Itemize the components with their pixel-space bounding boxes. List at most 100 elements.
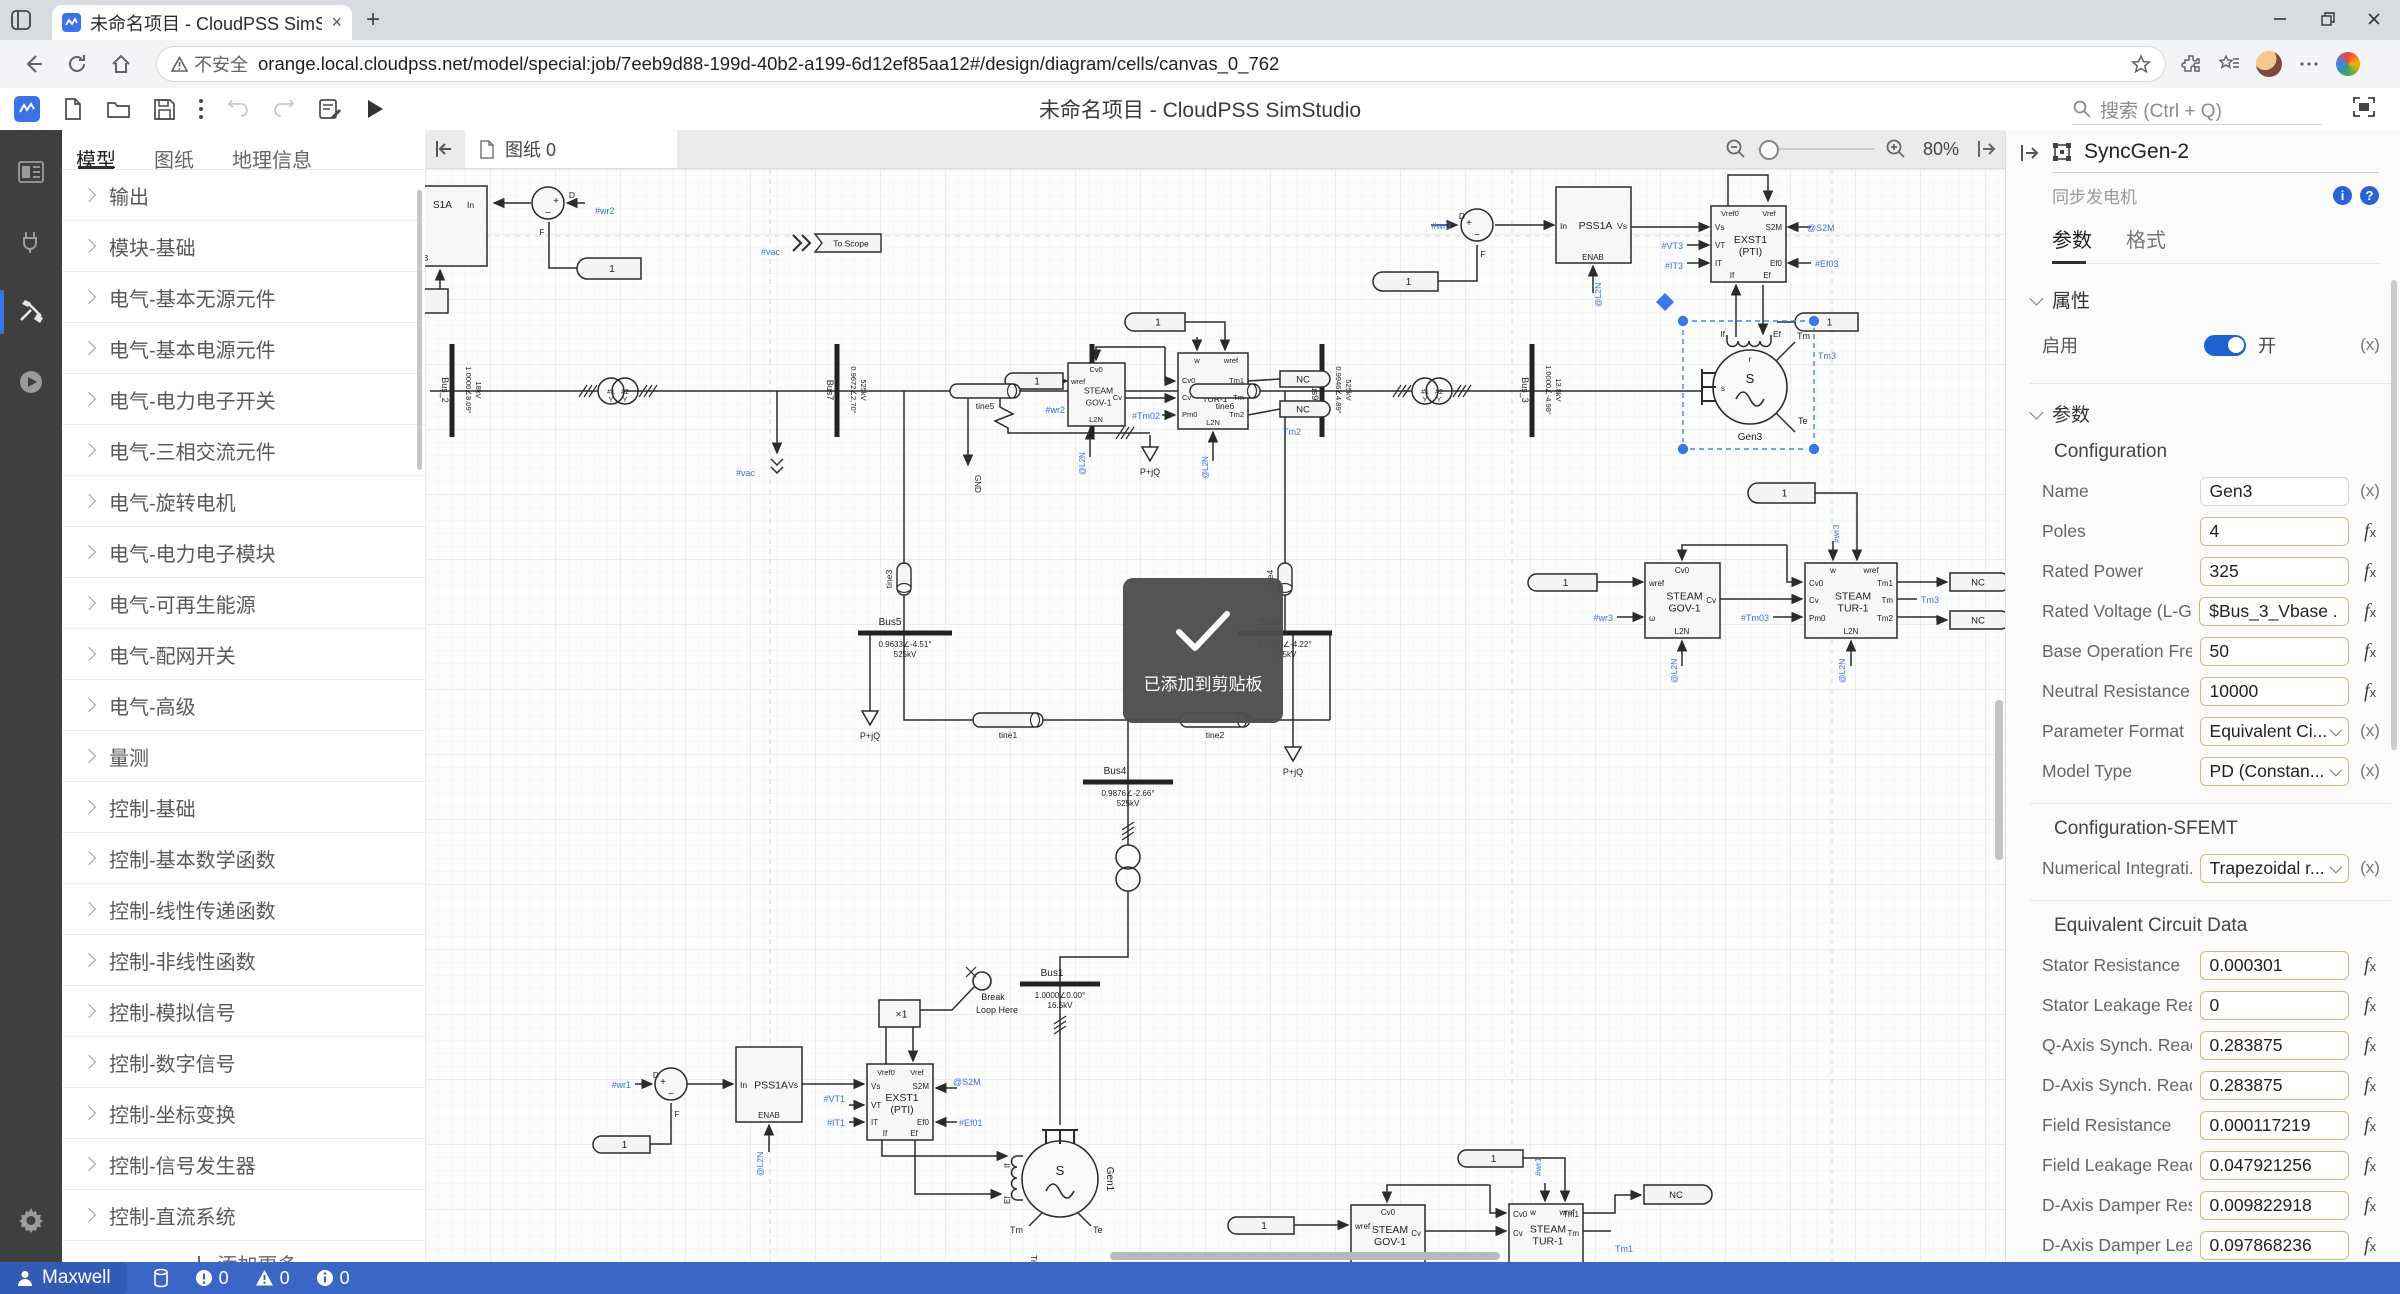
load[interactable] <box>1142 447 1158 461</box>
settings-gear-icon[interactable] <box>0 1192 62 1248</box>
clear-value-icon[interactable]: (x) <box>2349 858 2391 878</box>
fx-expression-icon[interactable]: fx <box>2349 994 2391 1017</box>
bus-Bus5[interactable] <box>858 631 952 636</box>
canvas-vertical-scrollbar[interactable] <box>1995 700 2003 860</box>
fx-expression-icon[interactable]: fx <box>2349 640 2391 663</box>
fx-expression-icon[interactable]: fx <box>2349 1154 2391 1177</box>
more-menu-icon[interactable] <box>2298 53 2320 75</box>
wire[interactable] <box>1185 322 1225 350</box>
sidebar-item[interactable]: 电气-旋转电机 <box>62 476 425 527</box>
wire[interactable] <box>1682 545 1787 560</box>
refresh-icon[interactable] <box>66 53 88 75</box>
sidebar-item[interactable]: 控制-线性传递函数 <box>62 884 425 935</box>
error-count[interactable]: 0 <box>195 1268 229 1289</box>
generator-Gen1[interactable] <box>1022 1141 1098 1217</box>
sidebar-item[interactable]: 电气-电力电子模块 <box>62 527 425 578</box>
sidebar-item[interactable]: 电气-配网开关 <box>62 629 425 680</box>
clear-value-icon[interactable]: (x) <box>2349 761 2391 781</box>
new-file-button[interactable] <box>62 97 84 121</box>
info-icon[interactable]: i <box>2333 186 2352 205</box>
fx-expression-icon[interactable]: fx <box>2349 520 2391 543</box>
undo-button[interactable] <box>226 98 250 120</box>
sidebar-item[interactable]: 量测 <box>62 731 425 782</box>
zoom-in-icon[interactable] <box>1885 138 1907 160</box>
more-actions-button[interactable] <box>198 97 204 121</box>
library-tab-0[interactable]: 模型 <box>76 144 116 169</box>
global-search[interactable]: 搜索 (Ctrl + Q) <box>2072 94 2322 125</box>
library-tab-1[interactable]: 图纸 <box>154 144 194 169</box>
wire[interactable] <box>771 467 783 473</box>
collapse-left-panel-icon[interactable] <box>433 138 455 160</box>
wire[interactable] <box>650 1103 671 1144</box>
constant-block[interactable] <box>425 289 448 313</box>
clear-value-icon[interactable]: (x) <box>2349 721 2391 741</box>
wire[interactable] <box>771 459 783 465</box>
sidebar-item[interactable]: 电气-基本电源元件 <box>62 323 425 374</box>
fx-expression-icon[interactable]: fx <box>2349 1194 2391 1217</box>
sidebar-item[interactable]: 控制-信号发生器 <box>62 1139 425 1190</box>
input-Name[interactable]: Gen3 <box>2200 477 2350 506</box>
group-header[interactable]: Configuration <box>2042 441 2391 463</box>
fx-expression-icon[interactable]: fx <box>2349 954 2391 977</box>
sidebar-item[interactable]: 电气-三相交流元件 <box>62 425 425 476</box>
wire[interactable] <box>1583 1195 1641 1213</box>
clear-value-icon[interactable]: (x) <box>2349 335 2391 355</box>
component-name-field[interactable]: SyncGen-2 <box>2084 140 2189 164</box>
fx-expression-icon[interactable]: fx <box>2349 1114 2391 1137</box>
selection-handle[interactable] <box>1677 443 1689 455</box>
wire[interactable] <box>1060 891 1128 984</box>
expand-right-panel-icon[interactable] <box>1975 138 1997 160</box>
input-Field Leakage Reac...[interactable]: 0.047921256 <box>2200 1151 2350 1180</box>
library-tab-2[interactable]: 地理信息 <box>232 144 312 169</box>
group-header[interactable]: Equivalent Circuit Data <box>2042 915 2391 937</box>
block[interactable] <box>425 186 487 266</box>
copilot-icon[interactable] <box>2336 52 2360 76</box>
sidebar-item[interactable]: 控制-非线性函数 <box>62 935 425 986</box>
sidebar-item[interactable]: 控制-基础 <box>62 782 425 833</box>
inspector-tab-0[interactable]: 参数 <box>2052 224 2092 263</box>
sheet-tab[interactable]: 图纸 0 <box>465 130 677 168</box>
input-Poles[interactable]: 4 <box>2200 517 2350 546</box>
zoom-out-icon[interactable] <box>1725 138 1747 160</box>
clear-value-icon[interactable]: (x) <box>2349 481 2391 501</box>
wire[interactable] <box>1387 1185 1490 1202</box>
collapse-right-panel-icon[interactable] <box>2018 142 2040 164</box>
sidebar-item[interactable]: 电气-可再生能源 <box>62 578 425 629</box>
sidebar-scrollbar[interactable] <box>417 190 422 470</box>
zoom-slider-knob[interactable] <box>1759 140 1779 160</box>
zoom-slider[interactable] <box>1757 148 1875 150</box>
project-panel-icon[interactable] <box>0 144 62 200</box>
restore-button[interactable] <box>2308 6 2348 32</box>
edit-params-button[interactable] <box>318 97 342 121</box>
fx-expression-icon[interactable]: fx <box>2349 600 2391 623</box>
sidebar-item[interactable]: 控制-直流系统 <box>62 1190 425 1241</box>
fullscreen-icon[interactable] <box>2352 96 2376 123</box>
input-Rated Power[interactable]: 325 <box>2200 557 2350 586</box>
wire[interactable] <box>1248 409 1280 415</box>
field-coil[interactable] <box>1727 335 1771 347</box>
break-loop-marker[interactable] <box>973 972 991 990</box>
input-Field Resistance[interactable]: 0.000117219 <box>2200 1111 2350 1140</box>
url-field[interactable]: 不安全 orange.local.cloudpss.net/model/spec… <box>156 46 2166 82</box>
close-tab-icon[interactable]: × <box>331 12 342 33</box>
components-plug-icon[interactable] <box>0 214 62 270</box>
bus-Bus4[interactable] <box>1083 780 1173 785</box>
sidebar-item[interactable]: 控制-基本数学函数 <box>62 833 425 884</box>
user-chip[interactable]: Maxwell <box>0 1262 127 1294</box>
inspector-scrollbar[interactable] <box>2391 280 2397 750</box>
open-file-button[interactable] <box>106 98 131 120</box>
wire[interactable] <box>1165 347 1175 381</box>
add-more-button[interactable]: 添加更多 <box>62 1241 425 1262</box>
storage-icon[interactable] <box>153 1268 169 1288</box>
rotate-handle[interactable] <box>1656 293 1674 311</box>
help-icon[interactable]: ? <box>2360 186 2379 205</box>
input-Rated Voltage (L-G,...[interactable]: $Bus_3_Vbase ... <box>2199 597 2349 626</box>
security-warning[interactable]: 不安全 <box>171 51 248 77</box>
browser-tab[interactable]: 未命名项目 - CloudPSS SimStudio × <box>52 5 352 40</box>
wire[interactable] <box>1787 545 1802 582</box>
section-header[interactable]: 参数 <box>2030 400 2391 427</box>
wire[interactable] <box>1728 175 1768 206</box>
inspector-tab-1[interactable]: 格式 <box>2126 224 2166 263</box>
fx-expression-icon[interactable]: fx <box>2349 1074 2391 1097</box>
run-panel-icon[interactable] <box>0 354 62 410</box>
